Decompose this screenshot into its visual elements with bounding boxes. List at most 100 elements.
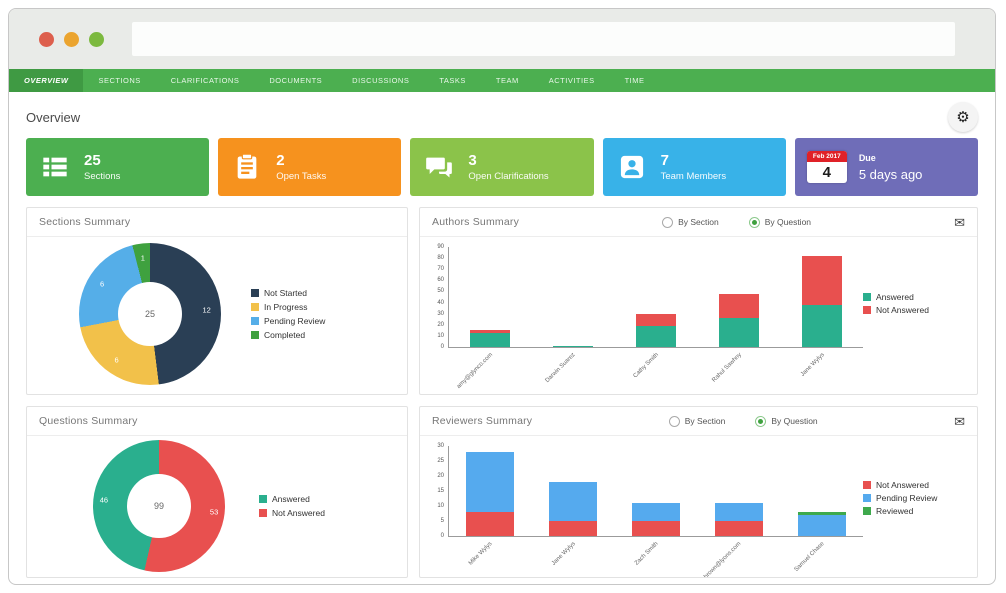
mail-icon[interactable]: ✉ [954, 216, 965, 229]
panel-title: Sections Summary [39, 216, 130, 228]
y-tick-label: 20 [437, 322, 444, 328]
bar-slot [449, 452, 532, 536]
stat-card-open-clarifications[interactable]: 3Open Clarifications [410, 138, 593, 196]
x-tick: Jane Wylys [780, 348, 863, 394]
stacked-bar [719, 294, 759, 347]
stat-card-sections[interactable]: 25Sections [26, 138, 209, 196]
tab-activities[interactable]: ACTIVITIES [534, 69, 610, 92]
legend-label: Pending Review [876, 493, 937, 503]
bar-segment-not-answered [549, 521, 597, 536]
donut-slice-label: 46 [100, 495, 108, 504]
stacked-bar [715, 503, 763, 536]
y-tick-label: 80 [437, 255, 444, 261]
authors-bars: 0102030405060708090amy@glynco.comDarwin … [428, 247, 863, 394]
x-tick: Samuel Chase [780, 537, 863, 578]
legend-item: Answered [863, 292, 967, 302]
radio-label: By Question [765, 217, 811, 227]
legend-swatch [863, 306, 871, 314]
stacked-bar [470, 330, 510, 347]
legend-item: Answered [259, 494, 325, 504]
x-tick-label: Cathy Smith [632, 352, 659, 379]
radio-circle-icon [749, 217, 760, 228]
stacked-bar [549, 482, 597, 536]
panel-title: Reviewers Summary [432, 415, 532, 427]
y-tick-label: 10 [437, 333, 444, 339]
stat-card-text: 25Sections [84, 152, 120, 182]
questions-summary-chart: 534699AnsweredNot Answered [27, 436, 407, 572]
bar-segment-answered [802, 305, 842, 347]
radio-label: By Section [678, 217, 719, 227]
stat-card-open-tasks[interactable]: 2Open Tasks [218, 138, 401, 196]
legend-label: Not Started [264, 288, 307, 298]
radio-by-section[interactable]: By Section [662, 217, 719, 228]
legend-item: Pending Review [251, 316, 325, 326]
tab-discussions[interactable]: DISCUSSIONS [337, 69, 424, 92]
panel-header: Reviewers Summary By SectionBy Question … [420, 407, 977, 436]
maximize-button[interactable] [89, 32, 104, 47]
stat-card-team-members[interactable]: 7Team Members [603, 138, 786, 196]
x-tick: amy@glynco.com [448, 348, 531, 394]
x-tick: Cathy Smith [614, 348, 697, 394]
stat-card-label: Open Tasks [276, 171, 326, 182]
bar-slot [532, 482, 615, 536]
stat-card-due-date[interactable]: Feb 20174 Due5 days ago [795, 138, 978, 196]
legend-swatch [863, 293, 871, 301]
x-tick: Jane Wylys [531, 537, 614, 578]
legend-swatch [251, 331, 259, 339]
tab-tasks[interactable]: TASKS [424, 69, 481, 92]
radio-circle-icon [669, 416, 680, 427]
person-icon [603, 153, 661, 181]
plot-area: Mike WylysJane WylysZach Smithlee.brown@… [448, 446, 863, 578]
calendar-day: 4 [807, 162, 847, 183]
tab-team[interactable]: TEAM [481, 69, 534, 92]
questions-donut: 53 46 99 [93, 440, 225, 572]
legend-swatch [863, 494, 871, 502]
minimize-button[interactable] [64, 32, 79, 47]
donut-slice-label: 6 [100, 279, 104, 288]
radio-by-question[interactable]: By Question [755, 416, 817, 427]
stat-card-label: Team Members [661, 171, 726, 182]
stat-card-text: 3Open Clarifications [468, 152, 548, 182]
settings-button[interactable]: ⚙ [948, 102, 978, 132]
bar-segment-pending-review [549, 482, 597, 521]
stat-card-text: Due5 days ago [859, 153, 923, 182]
x-tick: Rahul Sawhny [697, 348, 780, 394]
sections-donut: 1266125 [79, 243, 221, 385]
tab-sections[interactable]: SECTIONS [83, 69, 155, 92]
nav-tabs: OVERVIEWSECTIONSCLARIFICATIONSDOCUMENTSD… [9, 69, 995, 92]
legend-label: Pending Review [264, 316, 325, 326]
radio-by-section[interactable]: By Section [669, 416, 726, 427]
y-tick-label: 0 [441, 533, 444, 539]
bar-segment-not-answered [715, 521, 763, 536]
x-axis-labels: Mike WylysJane WylysZach Smithlee.brown@… [448, 537, 863, 578]
tab-overview[interactable]: OVERVIEW [9, 69, 83, 92]
y-tick-label: 50 [437, 288, 444, 294]
bar-segment-answered [719, 318, 759, 347]
panel-header: Authors Summary By SectionBy Question ✉ [420, 208, 977, 237]
tab-clarifications[interactable]: CLARIFICATIONS [156, 69, 255, 92]
radio-by-question[interactable]: By Question [749, 217, 811, 228]
tab-documents[interactable]: DOCUMENTS [254, 69, 337, 92]
tab-time[interactable]: TIME [610, 69, 660, 92]
legend-label: Answered [272, 494, 310, 504]
x-tick-label: Mike Wylys [468, 541, 494, 567]
stacked-bar [553, 346, 593, 347]
stacked-bar [466, 452, 514, 536]
bar-slot [449, 330, 532, 347]
donut-slice-label: 53 [210, 508, 218, 517]
legend-item: In Progress [251, 302, 325, 312]
bar-slot [697, 294, 780, 347]
donut-center-total: 99 [127, 474, 191, 538]
address-bar[interactable] [132, 22, 955, 56]
mail-icon[interactable]: ✉ [954, 415, 965, 428]
panel-sections-summary: Sections Summary 1266125Not StartedIn Pr… [26, 207, 408, 395]
donut-slice-label: 12 [203, 306, 211, 315]
reviewers-summary-chart: 051015202530Mike WylysJane WylysZach Smi… [420, 436, 977, 578]
x-tick: Zach Smith [614, 537, 697, 578]
close-button[interactable] [39, 32, 54, 47]
calendar-icon: Feb 20174 [807, 151, 847, 183]
donut-center-total: 25 [118, 282, 182, 346]
chat-bubbles-icon [410, 153, 468, 181]
stat-card-text: 2Open Tasks [276, 152, 326, 182]
y-tick-label: 70 [437, 266, 444, 272]
